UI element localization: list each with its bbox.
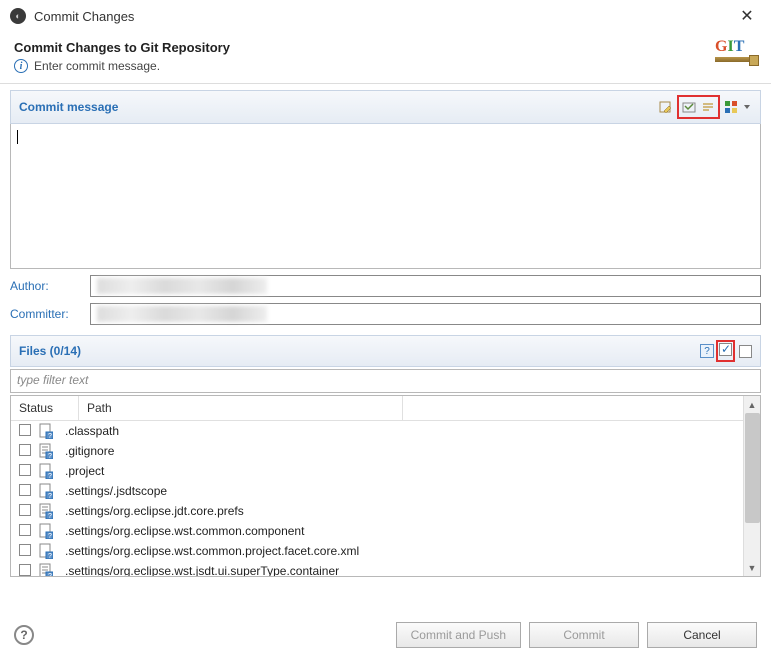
table-row[interactable]: ? .settings/org.eclipse.wst.common.compon… xyxy=(11,521,743,541)
svg-text:?: ? xyxy=(48,553,52,559)
row-checkbox[interactable] xyxy=(19,484,31,496)
author-input[interactable] xyxy=(90,275,761,297)
commit-and-push-button[interactable]: Commit and Push xyxy=(396,622,521,648)
file-path: .gitignore xyxy=(59,444,743,458)
preferences-icon[interactable] xyxy=(722,98,740,116)
git-logo: GIT xyxy=(715,38,757,70)
commit-button[interactable]: Commit xyxy=(529,622,639,648)
commit-message-input[interactable] xyxy=(10,124,761,269)
row-checkbox[interactable] xyxy=(19,504,31,516)
file-icon: ? xyxy=(39,503,59,519)
row-checkbox[interactable] xyxy=(19,444,31,456)
file-path: .settings/.jsdtscope xyxy=(59,484,743,498)
table-row[interactable]: ? .gitignore xyxy=(11,441,743,461)
file-icon: ? xyxy=(39,443,59,459)
column-header-status[interactable]: Status xyxy=(11,396,79,420)
svg-text:?: ? xyxy=(48,533,52,539)
cancel-button[interactable]: Cancel xyxy=(647,622,757,648)
svg-text:?: ? xyxy=(48,453,52,459)
file-icon: ? xyxy=(39,463,59,479)
file-icon: ? xyxy=(39,523,59,539)
file-path: .settings/org.eclipse.wst.jsdt.ui.superT… xyxy=(59,564,743,576)
commit-message-section-header: Commit message xyxy=(10,90,761,124)
column-header-path[interactable]: Path xyxy=(79,396,403,420)
titlebar: ◐ Commit Changes ✕ xyxy=(0,0,771,32)
dialog-message: Enter commit message. xyxy=(34,59,160,73)
dialog-title: Commit Changes to Git Repository xyxy=(14,40,757,55)
signed-off-icon[interactable] xyxy=(680,98,698,116)
svg-text:?: ? xyxy=(48,493,52,499)
file-icon: ? xyxy=(39,423,59,439)
column-header-spacer xyxy=(403,396,743,420)
row-checkbox[interactable] xyxy=(19,464,31,476)
svg-text:?: ? xyxy=(48,473,52,479)
vertical-scrollbar[interactable]: ▲ ▼ xyxy=(743,396,760,576)
dialog-header: Commit Changes to Git Repository i Enter… xyxy=(0,32,771,84)
file-icon: ? xyxy=(39,543,59,559)
table-row[interactable]: ? .classpath xyxy=(11,421,743,441)
svg-text:?: ? xyxy=(48,513,52,519)
change-id-icon[interactable] xyxy=(699,98,717,116)
files-table: Status Path ? .classpath? .gitignore? .proj… xyxy=(10,395,761,577)
scroll-thumb[interactable] xyxy=(745,413,760,523)
file-path: .settings/org.eclipse.wst.common.compone… xyxy=(59,524,743,538)
table-row[interactable]: ? .project xyxy=(11,461,743,481)
committer-input[interactable] xyxy=(90,303,761,325)
info-icon: i xyxy=(14,59,28,73)
svg-text:?: ? xyxy=(48,573,52,576)
row-checkbox[interactable] xyxy=(19,524,31,536)
help-files-icon[interactable]: ? xyxy=(700,344,714,358)
files-section-header: Files (0/14) ? xyxy=(10,335,761,367)
row-checkbox[interactable] xyxy=(19,424,31,436)
table-row[interactable]: ? .settings/org.eclipse.wst.jsdt.ui.super… xyxy=(11,561,743,576)
show-untracked-checkbox[interactable] xyxy=(739,345,752,358)
table-row[interactable]: ? .settings/org.eclipse.jdt.core.prefs xyxy=(11,501,743,521)
file-icon: ? xyxy=(39,563,59,576)
scroll-up-icon[interactable]: ▲ xyxy=(744,396,760,413)
file-path: .classpath xyxy=(59,424,743,438)
amend-icon[interactable] xyxy=(657,98,675,116)
eclipse-icon: ◐ xyxy=(10,8,26,24)
help-button[interactable]: ? xyxy=(14,625,34,645)
file-icon: ? xyxy=(39,483,59,499)
window-title: Commit Changes xyxy=(34,9,733,24)
svg-text:?: ? xyxy=(48,433,52,439)
select-all-checkbox[interactable] xyxy=(719,343,732,356)
table-row[interactable]: ? .settings/.jsdtscope xyxy=(11,481,743,501)
file-path: .settings/org.eclipse.jdt.core.prefs xyxy=(59,504,743,518)
committer-label: Committer: xyxy=(10,307,84,321)
commit-message-label: Commit message xyxy=(19,100,657,114)
table-row[interactable]: ? .settings/org.eclipse.wst.common.projec… xyxy=(11,541,743,561)
dropdown-arrow-icon[interactable] xyxy=(742,98,752,116)
row-checkbox[interactable] xyxy=(19,564,31,576)
file-path: .project xyxy=(59,464,743,478)
close-button[interactable]: ✕ xyxy=(733,6,761,26)
file-path: .settings/org.eclipse.wst.common.project… xyxy=(59,544,743,558)
author-label: Author: xyxy=(10,279,84,293)
scroll-down-icon[interactable]: ▼ xyxy=(744,559,760,576)
filter-input[interactable]: type filter text xyxy=(10,369,761,393)
files-label: Files (0/14) xyxy=(19,344,700,358)
row-checkbox[interactable] xyxy=(19,544,31,556)
